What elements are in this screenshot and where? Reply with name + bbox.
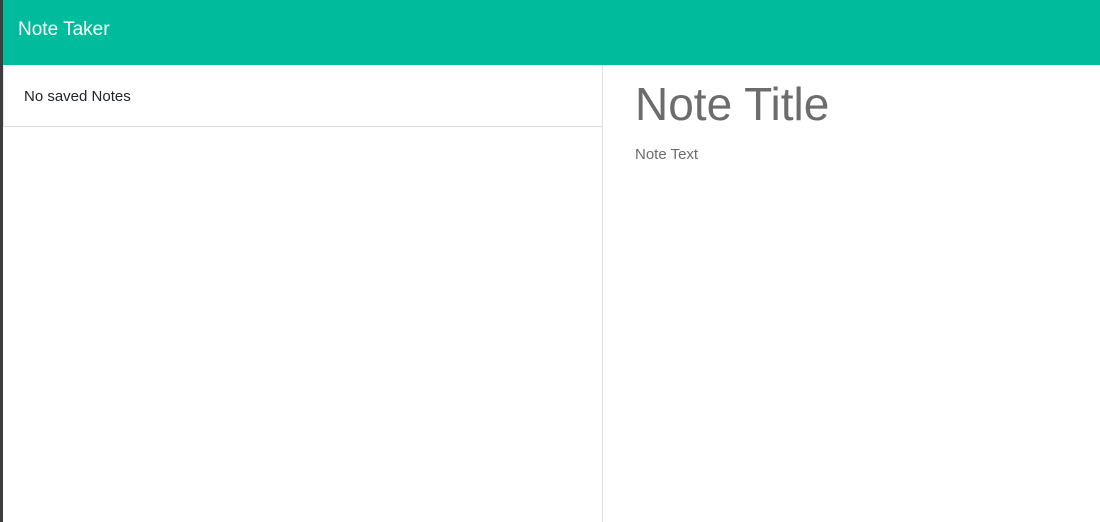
note-editor-panel (603, 65, 1100, 522)
notes-list-panel: No saved Notes (3, 65, 603, 522)
empty-notes-message: No saved Notes (3, 65, 602, 127)
note-title-input[interactable] (631, 77, 1089, 131)
navbar: Note Taker (0, 0, 1100, 65)
notes-list: No saved Notes (3, 65, 602, 127)
note-text-input[interactable] (631, 143, 1089, 507)
app-page: Note Taker No saved Notes (0, 0, 1100, 522)
brand-link[interactable]: Note Taker (18, 17, 110, 43)
main-container: No saved Notes (3, 65, 1100, 522)
